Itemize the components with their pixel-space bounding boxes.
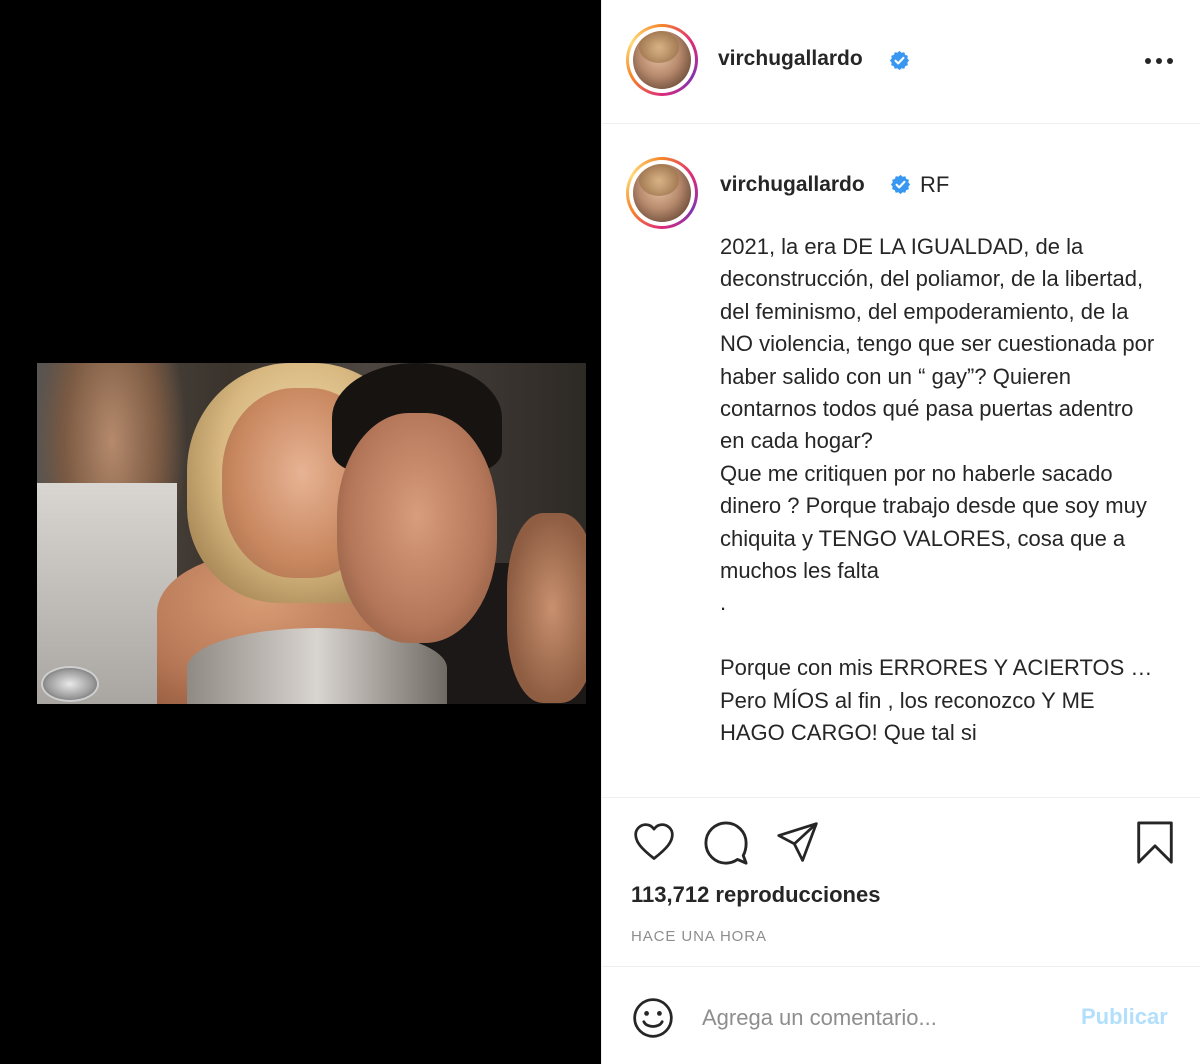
post-timestamp[interactable]: HACE UNA HORA bbox=[631, 928, 767, 945]
more-options-icon[interactable] bbox=[1145, 58, 1175, 66]
caption-avatar[interactable] bbox=[626, 157, 698, 229]
comment-form: Publicar bbox=[602, 968, 1200, 1064]
bookmark-icon[interactable] bbox=[1135, 820, 1175, 866]
caption-username[interactable]: virchugallardo bbox=[720, 173, 865, 197]
post-actions: 113,712 reproducciones HACE UNA HORA bbox=[602, 797, 1200, 967]
comment-input[interactable] bbox=[702, 1000, 1062, 1036]
avatar[interactable] bbox=[626, 24, 698, 96]
post-photo[interactable] bbox=[37, 363, 586, 704]
publish-button[interactable]: Publicar bbox=[1081, 1004, 1168, 1030]
post-media[interactable] bbox=[0, 0, 601, 1064]
caption-text: 2021, la era DE LA IGUALDAD, de la decon… bbox=[720, 234, 1155, 746]
caption-area: virchugallardo RF 2021, la era DE LA IGU… bbox=[602, 125, 1200, 797]
emoji-icon[interactable] bbox=[631, 996, 675, 1040]
verified-badge-icon bbox=[890, 174, 911, 195]
watermark-logo bbox=[41, 666, 99, 702]
caption-tag: RF bbox=[920, 172, 950, 197]
views-count[interactable]: 113,712 reproducciones bbox=[631, 882, 880, 908]
heart-icon[interactable] bbox=[631, 820, 677, 864]
post-side-panel: virchugallardo virchugallardo RF 2021, l… bbox=[601, 0, 1200, 1064]
paper-plane-icon[interactable] bbox=[776, 820, 820, 864]
comment-icon[interactable] bbox=[703, 820, 749, 866]
header-username[interactable]: virchugallardo bbox=[718, 47, 863, 71]
verified-badge-icon bbox=[889, 50, 910, 71]
post-header: virchugallardo bbox=[602, 0, 1200, 124]
